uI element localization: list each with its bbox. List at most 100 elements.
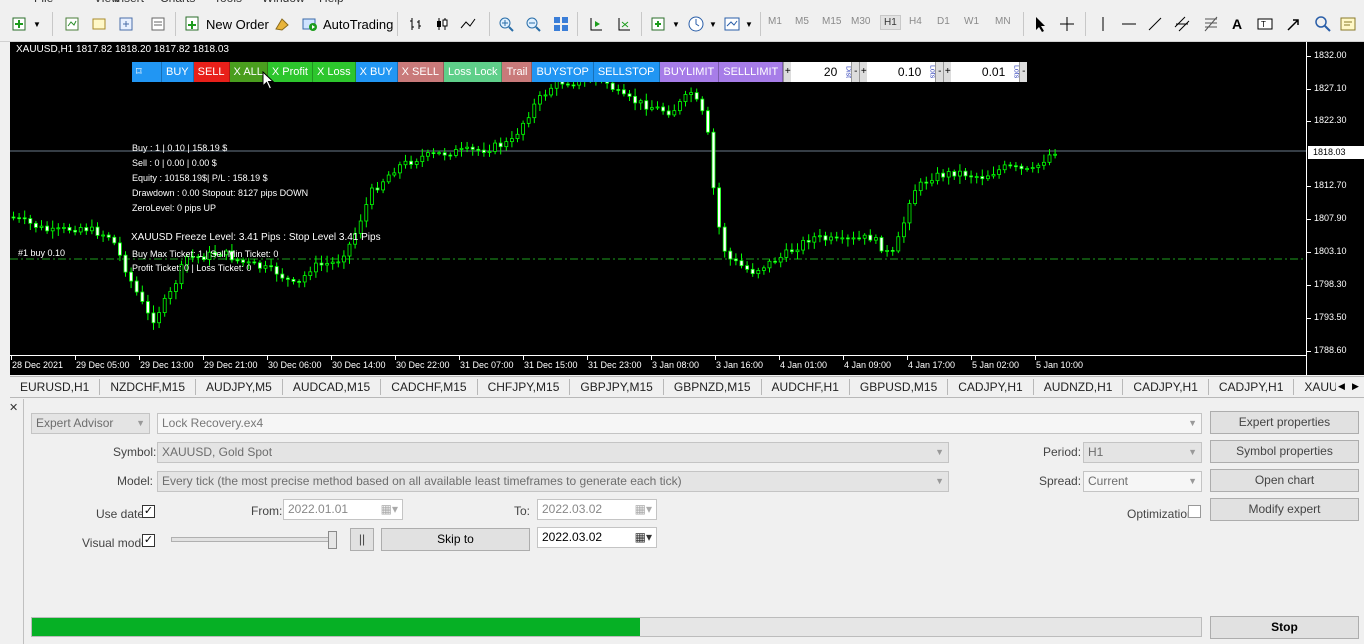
ea-sell-button[interactable]: SELL <box>193 62 230 82</box>
spread-select[interactable]: Current ▼ <box>1083 471 1202 492</box>
chart-tab[interactable]: AUDCAD,M15 <box>283 379 382 395</box>
period-select[interactable]: H1 ▼ <box>1083 442 1202 463</box>
chart-tab[interactable]: CADJPY,H1 <box>1123 379 1209 395</box>
chart-tab[interactable]: CADCHF,M15 <box>381 379 478 395</box>
ea-buy-button[interactable]: BUY <box>162 62 194 82</box>
new-order-button[interactable]: New Order <box>181 13 272 35</box>
dist-plus-button[interactable]: + <box>783 62 792 82</box>
line-chart-button[interactable] <box>456 13 480 35</box>
symbol-select[interactable]: XAUUSD, Gold Spot ▼ <box>157 442 949 463</box>
menu-window[interactable]: Window <box>262 0 305 5</box>
ea-x-loss-button[interactable]: X Loss <box>312 62 356 82</box>
pause-button[interactable]: || <box>350 528 374 551</box>
vertical-line-button[interactable] <box>1091 13 1115 35</box>
ea-trail-button[interactable]: Trail <box>502 62 533 82</box>
ea-sellstop-button[interactable]: SELLSTOP <box>593 62 660 82</box>
menu-file[interactable]: File <box>34 0 53 5</box>
lots2-plus-button[interactable]: + <box>943 62 952 82</box>
skip-to-button[interactable]: Skip to <box>381 528 530 551</box>
expert-properties-button[interactable]: Expert properties <box>1210 411 1359 434</box>
timeframe-m5[interactable]: M5 <box>795 16 809 27</box>
tab-scroll[interactable]: ◀ ▶ <box>1336 378 1364 396</box>
zoom-out-button[interactable] <box>521 13 545 35</box>
price-axis[interactable]: 1818.03 1832.00 1827.10 1822.30 1812.70 1807… <box>1306 42 1364 375</box>
lots-plus-button[interactable]: + <box>859 62 868 82</box>
candlestick-button[interactable] <box>430 13 454 35</box>
bar-chart-button[interactable] <box>404 13 428 35</box>
profiles-button[interactable] <box>60 13 84 35</box>
scroll-left-icon[interactable]: ◀ <box>1338 381 1345 392</box>
chart-tab[interactable]: GBPNZD,M15 <box>664 379 762 395</box>
new-chart-button[interactable]: ▼ <box>8 13 44 35</box>
optimization-checkbox[interactable] <box>1188 505 1201 518</box>
lots-input[interactable]: 0.10 <box>867 62 928 82</box>
fibonacci-button[interactable] <box>1199 13 1223 35</box>
templates-button[interactable]: ▼ <box>720 13 756 35</box>
timeframe-m1[interactable]: M1 <box>768 16 782 27</box>
ea-x-sell-button[interactable]: X SELL <box>397 62 444 82</box>
tester-type-select[interactable]: Expert Advisor ▼ <box>31 413 150 434</box>
navigator-button[interactable] <box>114 13 138 35</box>
chart-tab[interactable]: CADJPY,H1 <box>1209 379 1295 395</box>
chart-tab[interactable]: CHFJPY,M15 <box>478 379 571 395</box>
timeframe-w1[interactable]: W1 <box>964 16 979 27</box>
stop-button[interactable]: Stop <box>1210 616 1359 639</box>
timeframe-mn[interactable]: MN <box>995 16 1011 27</box>
time-axis[interactable]: 28 Dec 2021 29 Dec 05:00 29 Dec 13:00 29 De… <box>10 355 1306 375</box>
search-button[interactable] <box>1311 13 1335 35</box>
close-icon[interactable]: ✕ <box>9 401 18 414</box>
cursor-button[interactable] <box>1028 13 1052 35</box>
dist-minus-button[interactable]: - <box>851 62 860 82</box>
help-button[interactable] <box>1336 13 1360 35</box>
chart-tab[interactable]: GBPJPY,M15 <box>570 379 664 395</box>
calendar-icon[interactable]: ▦▾ <box>635 500 652 519</box>
chart-tab[interactable]: AUDJPY,M5 <box>196 379 283 395</box>
open-chart-button[interactable]: Open chart <box>1210 469 1359 492</box>
calendar-icon[interactable]: ▦▾ <box>635 528 652 547</box>
from-date-input[interactable]: 2022.01.01 ▦▾ <box>283 499 403 520</box>
autotrading-button[interactable]: AutoTrading <box>298 13 396 35</box>
ea-loss-lock-button[interactable]: Loss Lock <box>443 62 503 82</box>
horizontal-line-button[interactable] <box>1117 13 1141 35</box>
calendar-icon[interactable]: ▦▾ <box>381 500 398 519</box>
autoscroll-button[interactable] <box>584 13 608 35</box>
chart-tab[interactable]: AUDCHF,H1 <box>762 379 850 395</box>
dist-input[interactable]: 20 <box>791 62 844 82</box>
crosshair-button[interactable] <box>1055 13 1079 35</box>
timeframe-m30[interactable]: M30 <box>851 16 870 27</box>
modify-expert-button[interactable]: Modify expert <box>1210 498 1359 521</box>
price-chart[interactable]: XAUUSD,H1 1817.82 1818.20 1817.82 1818.0… <box>10 42 1364 375</box>
menu-help[interactable]: Help <box>319 0 344 5</box>
speed-slider-track[interactable] <box>171 537 335 542</box>
timeframe-h1[interactable]: H1 <box>880 15 901 30</box>
ea-selllimit-button[interactable]: SELLLIMIT <box>719 62 784 82</box>
ea-buystop-button[interactable]: BUYSTOP <box>532 62 594 82</box>
scroll-right-icon[interactable]: ▶ <box>1352 381 1359 392</box>
market-watch-button[interactable] <box>87 13 111 35</box>
metaeditor-button[interactable] <box>270 13 294 35</box>
menu-tools[interactable]: Tools <box>214 0 242 5</box>
use-date-checkbox[interactable]: ✓ <box>142 505 155 518</box>
skip-to-date-input[interactable]: 2022.03.02 ▦▾ <box>537 527 657 548</box>
chart-tab[interactable]: NZDCHF,M15 <box>100 379 197 395</box>
speed-slider-thumb[interactable] <box>328 531 337 549</box>
arrows-button[interactable] <box>1282 13 1306 35</box>
ea-toggle-button[interactable]: ⌑ <box>132 62 162 82</box>
symbol-properties-button[interactable]: Symbol properties <box>1210 440 1359 463</box>
terminal-button[interactable] <box>146 13 170 35</box>
chart-tab[interactable]: GBPUSD,M15 <box>850 379 949 395</box>
ea-x-buy-button[interactable]: X BUY <box>355 62 398 82</box>
timeframe-d1[interactable]: D1 <box>937 16 950 27</box>
model-select[interactable]: Every tick (the most precise method base… <box>157 471 949 492</box>
lots2-input[interactable]: 0.01 <box>951 62 1012 82</box>
to-date-input[interactable]: 2022.03.02 ▦▾ <box>537 499 657 520</box>
chart-shift-button[interactable] <box>612 13 636 35</box>
chart-tab[interactable]: AUDNZD,H1 <box>1034 379 1124 395</box>
indicators-button[interactable]: ▼ <box>647 13 683 35</box>
zoom-in-button[interactable] <box>494 13 518 35</box>
timeframe-h4[interactable]: H4 <box>909 16 922 27</box>
tile-windows-button[interactable] <box>549 13 573 35</box>
visual-mode-checkbox[interactable]: ✓ <box>142 534 155 547</box>
chart-tab[interactable]: EURUSD,H1 <box>10 379 101 395</box>
text-button[interactable]: A <box>1225 13 1249 35</box>
